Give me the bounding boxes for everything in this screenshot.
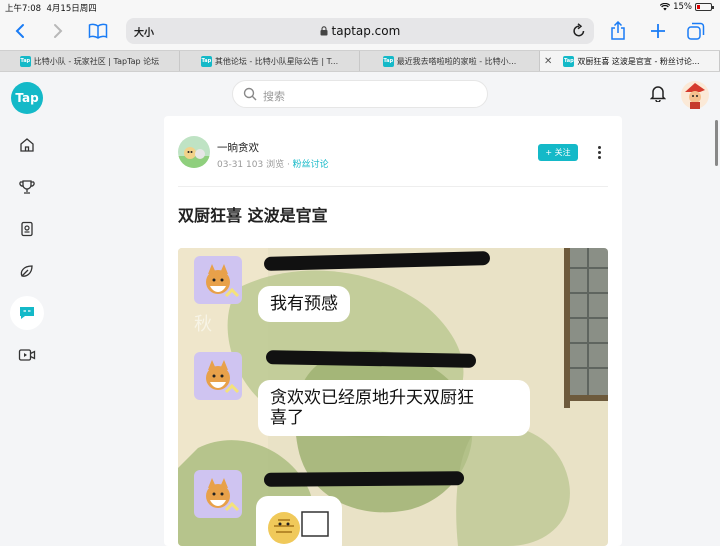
user-avatar[interactable]: [680, 80, 710, 110]
tab-strip: Tap 比特小队 - 玩家社区 | TapTap 论坛 Tap 其他论坛 - 比特小…: [0, 50, 720, 72]
corner-char: 秋: [194, 314, 212, 335]
chat-avatar-1: [194, 256, 242, 304]
chat-bubble-2-line2: 喜了: [270, 408, 304, 428]
forum-icon: [20, 307, 34, 319]
post-date: 03-31: [217, 160, 244, 170]
more-options-icon[interactable]: [594, 142, 604, 162]
chat-bubble-2: 贪欢欢已经原地升天双厨狂 喜了: [258, 380, 530, 436]
chat-bubble-1: 我有预感: [258, 286, 350, 322]
taptap-favicon: Tap: [19, 55, 31, 67]
home-icon: [20, 138, 34, 152]
new-tab-icon[interactable]: [646, 19, 670, 43]
author-name[interactable]: 一晌贪欢: [217, 140, 259, 155]
search-placeholder: 搜索: [263, 90, 285, 103]
wifi-icon: [660, 3, 671, 11]
url-text: taptap.com: [126, 24, 594, 38]
bell-icon[interactable]: [650, 84, 666, 102]
sidebar-library[interactable]: [10, 212, 44, 246]
address-bar[interactable]: 大小 taptap.com: [126, 18, 594, 44]
divider: [178, 186, 608, 187]
taptap-favicon: Tap: [382, 55, 394, 67]
game-library-icon: [21, 221, 33, 237]
tabs-icon[interactable]: [684, 19, 708, 43]
taptap-logo[interactable]: Tap: [11, 82, 43, 114]
forum-link[interactable]: 粉丝讨论: [293, 160, 329, 170]
trophy-icon: [19, 180, 35, 194]
sidebar-forum[interactable]: [10, 296, 44, 330]
chat-avatar-3: [194, 470, 242, 518]
status-bar: 上午7:08 4月15日周四 15%: [0, 0, 720, 14]
post-meta: 03-31 103 浏览 · 粉丝讨论: [217, 160, 329, 170]
tab-1[interactable]: Tap 比特小队 - 玩家社区 | TapTap 论坛: [0, 51, 180, 71]
battery-icon: [695, 3, 714, 11]
redacted-name-3: [263, 471, 465, 487]
browser-toolbar: 大小 taptap.com: [0, 14, 720, 50]
post-card: 一晌贪欢 03-31 103 浏览 · 粉丝讨论 + 关注 双厨狂喜 这波是官宣: [164, 116, 622, 546]
chat-sticker-bubble: [256, 496, 342, 546]
sidebar-video[interactable]: [10, 338, 44, 372]
follow-button[interactable]: + 关注: [538, 144, 578, 161]
sidebar-home[interactable]: [10, 128, 44, 162]
page-scrollbar[interactable]: [715, 120, 718, 166]
post-title: 双厨狂喜 这波是官宣: [178, 206, 328, 225]
author-avatar[interactable]: [178, 136, 210, 168]
post-views: 103 浏览: [246, 160, 285, 170]
sidebar-rankings[interactable]: [10, 170, 44, 204]
status-time: 上午7:08 4月15日周四: [5, 4, 97, 14]
tab-4-active[interactable]: ✕ Tap 双厨狂喜 这波是官宣 - 粉丝讨论...: [540, 51, 720, 71]
lock-icon: [320, 26, 328, 36]
post-image[interactable]: 我有预感 秋 贪欢欢已经原地升天双厨狂 喜了: [178, 248, 608, 546]
status-right: 15%: [660, 2, 714, 12]
page-content: Tap 搜索 一晌贪欢 03-31 103 浏览 · 粉丝讨论 + 关注 双厨狂…: [0, 72, 720, 546]
forward-icon[interactable]: [46, 19, 70, 43]
chat-avatar-2: [194, 352, 242, 400]
sidebar-explore[interactable]: [10, 254, 44, 288]
taptap-favicon: Tap: [200, 55, 212, 67]
sticker-image: [268, 511, 329, 544]
back-icon[interactable]: [8, 19, 32, 43]
close-tab-icon[interactable]: ✕: [544, 56, 552, 67]
reload-icon[interactable]: [572, 23, 586, 38]
tab-2[interactable]: Tap 其他论坛 - 比特小队星际公告 | T...: [180, 51, 360, 71]
video-icon: [18, 349, 36, 361]
tab-3[interactable]: Tap 最近我去嗒啦啦的家啦 - 比特小...: [360, 51, 540, 71]
bookmarks-icon[interactable]: [86, 19, 110, 43]
share-icon[interactable]: [606, 19, 630, 43]
taptap-favicon: Tap: [563, 55, 575, 67]
battery-percent: 15%: [673, 2, 692, 12]
search-icon: [243, 87, 257, 101]
search-input[interactable]: 搜索: [232, 80, 488, 108]
chat-bubble-2-line1: 贪欢欢已经原地升天双厨狂: [270, 388, 474, 408]
explore-icon: [20, 265, 33, 277]
